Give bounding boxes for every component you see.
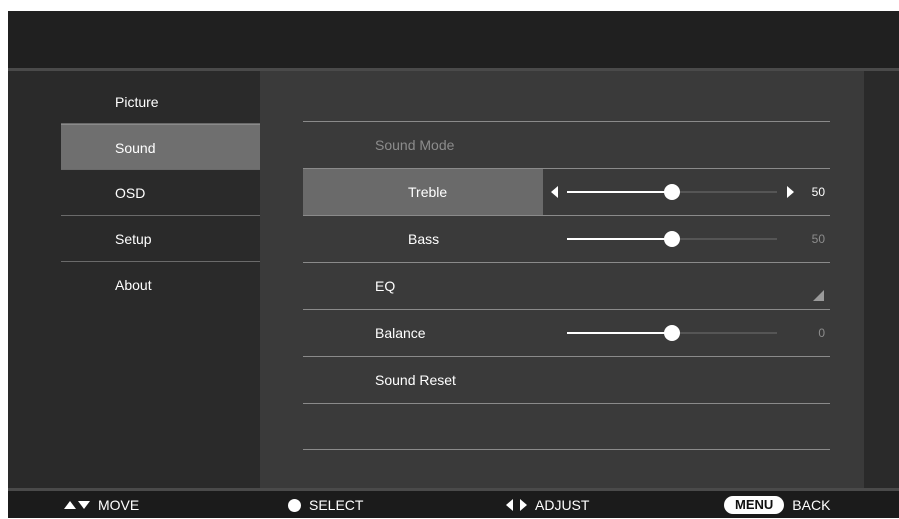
sound-settings-panel: Sound Mode Treble 50 Bass 50 EQ Balance … [260,71,864,488]
sound-settings-list: Sound Mode Treble 50 Bass 50 EQ Balance … [303,121,830,450]
adjust-hint-label: ADJUST [535,496,590,513]
select-dot-icon [288,498,301,512]
right-arrow-icon [520,499,527,512]
slider-fill [567,238,672,240]
sidebar-item-setup[interactable]: Setup [61,216,260,262]
treble-row[interactable]: Treble 50 [303,168,830,215]
slider-fill [567,332,672,334]
balance-row[interactable]: Balance 0 [303,309,830,356]
sidebar-item-sound[interactable]: Sound [61,124,260,170]
right-arrow-icon[interactable] [787,186,794,198]
treble-slider[interactable]: 50 [551,169,825,215]
eq-corner-icon [813,290,824,301]
sound-reset-row[interactable]: Sound Reset [303,356,830,403]
balance-slider[interactable]: 0 [551,310,825,356]
sidebar-item-label: Picture [115,94,159,110]
menu-body: Picture Sound OSD Setup About Sound Mode [8,71,899,488]
eq-row[interactable]: EQ [303,262,830,309]
menu-key-badge: MENU [724,496,785,515]
sound-reset-label: Sound Reset [375,372,456,388]
top-band [8,11,899,71]
balance-label: Balance [375,325,426,341]
treble-value: 50 [811,185,825,199]
sidebar-item-label: Sound [115,140,156,156]
slider-thumb[interactable] [664,184,680,200]
sidebar-item-label: About [115,277,152,293]
up-arrow-icon [64,501,76,510]
empty-row [303,403,830,450]
sidebar-item-label: Setup [115,231,152,247]
slider-thumb[interactable] [664,231,680,247]
slider-thumb[interactable] [664,325,680,341]
sound-mode-row: Sound Mode [303,121,830,168]
treble-label: Treble [408,184,448,200]
back-hint-label: BACK [792,496,831,513]
bass-label: Bass [408,231,440,247]
sidebar-nav: Picture Sound OSD Setup About [61,86,260,308]
select-hint-label: SELECT [309,496,364,513]
sound-mode-label: Sound Mode [375,137,455,153]
left-arrow-icon [506,499,513,512]
slider-fill [567,191,672,193]
balance-value: 0 [818,326,825,340]
bass-value: 50 [811,232,825,246]
bass-row[interactable]: Bass 50 [303,215,830,262]
down-arrow-icon [78,501,90,510]
left-arrow-icon[interactable] [551,186,558,198]
key-hint-bar: MOVE SELECT ADJUST MENU BACK [8,488,899,518]
bass-slider[interactable]: 50 [551,216,825,262]
sidebar-item-osd[interactable]: OSD [61,170,260,216]
sidebar-item-label: OSD [115,185,146,201]
sidebar-item-about[interactable]: About [61,262,260,308]
eq-label: EQ [375,278,396,294]
sidebar-item-picture[interactable]: Picture [61,86,260,124]
osd-menu-frame: Picture Sound OSD Setup About Sound Mode [8,11,899,518]
move-hint-label: MOVE [98,496,140,513]
